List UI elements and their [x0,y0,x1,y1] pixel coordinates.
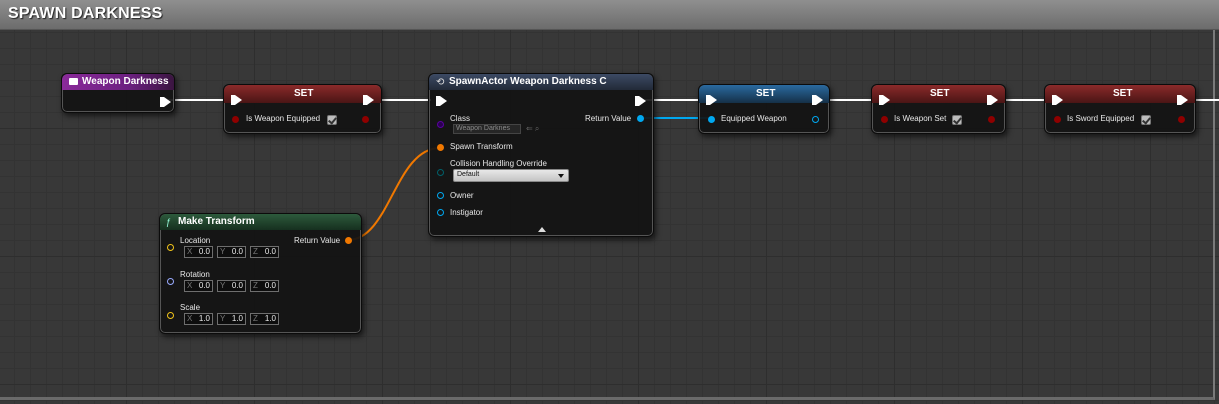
exec-out-pin[interactable] [635,96,646,106]
owner-pin[interactable] [437,192,444,199]
function-icon: ƒ [166,217,172,227]
variable-label: Is Weapon Equipped [246,114,321,123]
object-in-pin[interactable] [708,116,715,123]
variable-label: Equipped Weapon [721,114,787,123]
set-node-is-weapon-set[interactable]: SET Is Weapon Set [871,84,1006,134]
exec-out-pin[interactable] [160,97,171,107]
exec-out-pin[interactable] [363,95,374,105]
collision-dropdown[interactable]: Default [453,169,569,182]
exec-out-pin[interactable] [812,95,823,105]
location-label: Location [180,236,211,245]
y-field[interactable]: Y 0.0 [217,246,246,258]
bool-out-pin[interactable] [1178,116,1185,123]
scale-label: Scale [180,303,201,312]
class-select-value: Weapon Darknes [456,125,510,132]
collapse-arrow-icon[interactable] [538,227,546,232]
instigator-label: Instigator [450,208,483,217]
spawn-transform-pin[interactable] [437,144,444,151]
y-field[interactable]: Y 1.0 [217,313,246,325]
bool-out-pin[interactable] [988,116,995,123]
spawn-actor-node[interactable]: ⟲ SpawnActor Weapon Darkness C Class Wea… [428,73,654,237]
z-field[interactable]: Z 0.0 [250,280,279,292]
spawn-title: SpawnActor Weapon Darkness C [449,76,607,87]
value-checkbox[interactable] [952,115,962,125]
set-node-equipped-weapon[interactable]: SET Equipped Weapon [698,84,830,134]
event-title: Weapon Darkness [82,76,169,87]
z-field[interactable]: Z 0.0 [250,246,279,258]
return-value-label: Return Value [294,236,341,245]
exec-in-pin[interactable] [706,95,717,105]
blueprint-graph[interactable]: SPAWN DARKNESS Weapon Darkness SET Is We… [0,0,1219,404]
y-field[interactable]: Y 0.0 [217,280,246,292]
x-field[interactable]: X 1.0 [184,313,213,325]
collision-label: Collision Handling Override [450,159,547,168]
event-node-weapon-darkness[interactable]: Weapon Darkness [61,73,175,113]
variable-label: Is Sword Equipped [1067,114,1135,123]
bool-in-pin[interactable] [1054,116,1061,123]
transform-out-pin[interactable] [345,237,352,244]
exec-in-pin[interactable] [879,95,890,105]
exec-in-pin[interactable] [231,95,242,105]
bool-in-pin[interactable] [232,116,239,123]
location-pin[interactable] [167,244,174,251]
x-field[interactable]: X 0.0 [184,280,213,292]
owner-label: Owner [450,191,474,200]
class-pin[interactable] [437,121,444,128]
set-title: SET [1113,88,1133,99]
collision-pin[interactable] [437,169,444,176]
set-node-is-weapon-equipped[interactable]: SET Is Weapon Equipped [223,84,382,134]
return-value-label: Return Value [585,114,632,123]
value-checkbox[interactable] [327,115,337,125]
set-title: SET [294,88,314,99]
event-icon [69,78,78,85]
instigator-pin[interactable] [437,209,444,216]
variable-label: Is Weapon Set [894,114,947,123]
exec-in-pin[interactable] [436,96,447,106]
set-node-is-sword-equipped[interactable]: SET Is Sword Equipped [1044,84,1196,134]
exec-out-pin[interactable] [987,95,998,105]
x-field[interactable]: X 0.0 [184,246,213,258]
z-field[interactable]: Z 1.0 [250,313,279,325]
value-checkbox[interactable] [1141,115,1151,125]
spawn-transform-label: Spawn Transform [450,142,513,151]
rotation-pin[interactable] [167,278,174,285]
set-title: SET [756,88,776,99]
scale-pin[interactable] [167,312,174,319]
exec-out-pin[interactable] [1177,95,1188,105]
rotation-label: Rotation [180,270,210,279]
spawn-icon: ⟲ [436,77,445,88]
bool-in-pin[interactable] [881,116,888,123]
chevron-down-icon [558,174,564,178]
return-value-pin[interactable] [637,115,644,122]
make-transform-node[interactable]: ƒ Make Transform Return Value Location X… [159,213,362,334]
bool-out-pin[interactable] [362,116,369,123]
class-browse-icon[interactable]: ⇐ ⌕ [526,124,539,134]
make-title: Make Transform [178,216,255,227]
set-title: SET [930,88,950,99]
class-label: Class [450,114,471,123]
exec-in-pin[interactable] [1052,95,1063,105]
object-out-pin[interactable] [812,116,819,123]
collision-dropdown-value: Default [457,171,480,178]
class-select[interactable]: Weapon Darknes [453,124,521,134]
